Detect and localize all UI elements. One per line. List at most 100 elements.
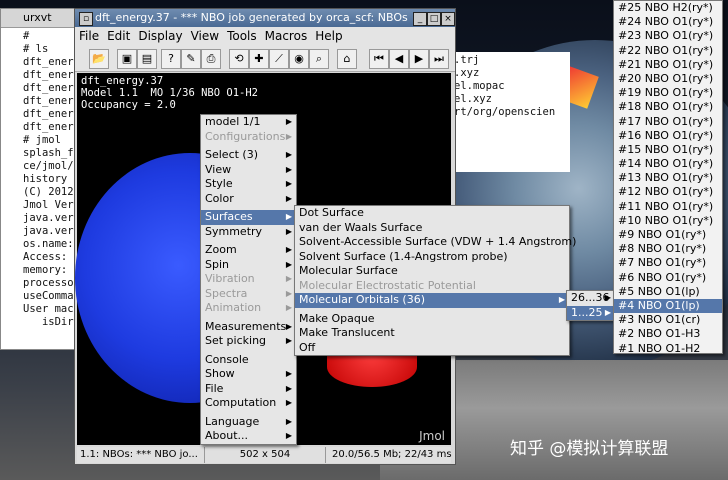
menu-tools[interactable]: Tools	[223, 27, 261, 45]
measure-icon[interactable]: ⟋	[269, 49, 289, 69]
menu-item[interactable]: About... ▶	[201, 429, 296, 444]
menu-item[interactable]: Make Translucent	[295, 326, 569, 341]
menu-item[interactable]: Select (3) ▶	[201, 148, 296, 163]
menu-display[interactable]: Display	[134, 27, 186, 45]
menu-macros[interactable]: Macros	[261, 27, 312, 45]
menu-item[interactable]: Solvent Surface (1.4-Angstrom probe)	[295, 250, 569, 265]
first-frame-icon[interactable]: ⏮	[369, 49, 389, 69]
maximize-icon[interactable]: □	[427, 12, 441, 26]
menubar: File Edit Display View Tools Macros Help	[75, 27, 455, 45]
pick-icon[interactable]: ✚	[249, 49, 269, 69]
close-icon[interactable]: ×	[441, 12, 455, 26]
menu-item[interactable]: 26...36 ▶	[567, 291, 615, 306]
print-icon[interactable]: ⎙	[201, 49, 221, 69]
nbo-item[interactable]: #6 NBO O1(ry*)	[614, 271, 722, 285]
help-icon[interactable]: ?	[161, 49, 181, 69]
menu-item[interactable]: Zoom ▶	[201, 243, 296, 258]
menu-item[interactable]: File ▶	[201, 382, 296, 397]
menu-help[interactable]: Help	[311, 27, 346, 45]
terminal-line: java.ver	[23, 225, 74, 237]
menu-item[interactable]: Measurements ▶	[201, 320, 296, 335]
nbo-item[interactable]: #15 NBO O1(ry*)	[614, 143, 722, 157]
nbo-list-submenu[interactable]: #25 NBO H2(ry*) #24 NBO O1(ry*) #23 NBO O1…	[613, 0, 723, 356]
urxvt-title: urxvt	[23, 11, 52, 24]
menu-item[interactable]: Show ▶	[201, 367, 296, 382]
edit-icon[interactable]: ✎	[181, 49, 201, 69]
menu-item[interactable]: 1...25 ▶	[567, 305, 615, 320]
next-frame-icon[interactable]: ▶	[409, 49, 429, 69]
spin-icon[interactable]: ◉	[289, 49, 309, 69]
menu-item[interactable]: Color ▶	[201, 192, 296, 207]
menu-item[interactable]: Molecular Orbitals (36) ▶	[295, 293, 569, 308]
nbo-item[interactable]: #9 NBO O1(ry*)	[614, 228, 722, 242]
nbo-item[interactable]: #2 NBO O1-H3	[614, 327, 722, 341]
nbo-item[interactable]: #4 NBO O1(lp)	[614, 298, 722, 314]
menu-item-label: Animation	[205, 301, 262, 314]
menu-item-label: model 1/1	[205, 115, 261, 128]
surfaces-submenu[interactable]: Dot Surface van der Waals Surface Solvent-…	[294, 205, 576, 356]
open-file-icon[interactable]: 📂	[89, 49, 109, 69]
nbo-item[interactable]: #23 NBO O1(ry*)	[614, 29, 722, 43]
menu-item-label: Solvent-Accessible Surface (VDW + 1.4 An…	[299, 235, 577, 248]
minimize-icon[interactable]: _	[413, 12, 427, 26]
script-icon[interactable]: ▣	[117, 49, 137, 69]
rotate-icon[interactable]: ⟲	[229, 49, 249, 69]
menu-item[interactable]: Set picking ▶	[201, 334, 296, 349]
nbo-item[interactable]: #5 NBO O1(lp)	[614, 285, 722, 299]
menu-file[interactable]: File	[75, 27, 103, 45]
submenu-arrow-icon: ▶	[285, 150, 292, 159]
submenu-arrow-icon: ▶	[558, 295, 565, 304]
menu-item[interactable]: Molecular Surface	[295, 264, 569, 279]
menu-item[interactable]: Language ▶	[201, 415, 296, 430]
menu-item[interactable]: van der Waals Surface	[295, 221, 569, 236]
nbo-item[interactable]: #16 NBO O1(ry*)	[614, 129, 722, 143]
menu-item[interactable]: Off	[295, 341, 569, 356]
urxvt-titlebar[interactable]: urxvt	[1, 9, 79, 28]
nbo-item[interactable]: #18 NBO O1(ry*)	[614, 100, 722, 114]
nbo-item[interactable]: #24 NBO O1(ry*)	[614, 15, 722, 29]
menu-item[interactable]: Dot Surface	[295, 206, 569, 221]
menu-edit[interactable]: Edit	[103, 27, 134, 45]
nbo-item[interactable]: #25 NBO H2(ry*)	[614, 1, 722, 15]
jmol-popup-menu[interactable]: model 1/1 ▶ Configurations ▶ Select (3) ▶ View…	[200, 114, 297, 445]
mo-range-submenu[interactable]: 26...36 ▶ 1...25 ▶	[566, 290, 616, 321]
console-icon[interactable]: ▤	[137, 49, 157, 69]
nbo-item[interactable]: #19 NBO O1(ry*)	[614, 86, 722, 100]
terminal-line: .trj	[454, 54, 480, 66]
nbo-item[interactable]: #10 NBO O1(ry*)	[614, 214, 722, 228]
menu-item[interactable]: Style ▶	[201, 177, 296, 192]
urxvt-window[interactable]: urxvt # # ls dft_ener dft_ener dft_ener dft_e…	[0, 8, 80, 350]
jmol-titlebar[interactable]: dft_energy.37 - *** NBO job generated by…	[75, 9, 455, 27]
nbo-item[interactable]: #1 NBO O1-H2	[614, 342, 722, 356]
status-size: 502 x 504	[205, 447, 326, 463]
zoom-icon[interactable]: ⌕	[309, 49, 329, 69]
nbo-item[interactable]: #3 NBO O1(cr)	[614, 313, 722, 327]
menu-item[interactable]: View ▶	[201, 163, 296, 178]
menu-item[interactable]: Console	[201, 353, 296, 368]
submenu-arrow-icon: ▶	[604, 293, 611, 302]
nbo-item[interactable]: #12 NBO O1(ry*)	[614, 185, 722, 199]
menu-item[interactable]: Symmetry ▶	[201, 225, 296, 240]
menu-view[interactable]: View	[187, 27, 223, 45]
last-frame-icon[interactable]: ⏭	[429, 49, 449, 69]
nbo-item[interactable]: #7 NBO O1(ry*)	[614, 256, 722, 270]
menu-item[interactable]: Solvent-Accessible Surface (VDW + 1.4 An…	[295, 235, 576, 250]
menu-item[interactable]: Computation ▶	[201, 396, 296, 411]
nbo-item[interactable]: #8 NBO O1(ry*)	[614, 242, 722, 256]
menu-item[interactable]: Spin ▶	[201, 258, 296, 273]
nbo-item[interactable]: #14 NBO O1(ry*)	[614, 157, 722, 171]
menu-item[interactable]: Make Opaque	[295, 312, 569, 327]
nbo-item[interactable]: #22 NBO O1(ry*)	[614, 44, 722, 58]
nbo-item[interactable]: #17 NBO O1(ry*)	[614, 115, 722, 129]
menu-item[interactable]: Surfaces ▶	[201, 210, 296, 225]
nbo-item[interactable]: #21 NBO O1(ry*)	[614, 58, 722, 72]
nbo-item[interactable]: #11 NBO O1(ry*)	[614, 200, 722, 214]
menu-item[interactable]: model 1/1 ▶	[201, 115, 296, 130]
submenu-arrow-icon: ▶	[285, 245, 292, 254]
prev-frame-icon[interactable]: ◀	[389, 49, 409, 69]
window-menu-icon[interactable]: ▫	[79, 12, 93, 26]
nbo-item[interactable]: #13 NBO O1(ry*)	[614, 171, 722, 185]
nbo-item[interactable]: #20 NBO O1(ry*)	[614, 72, 722, 86]
terminal-line: User mac	[23, 303, 74, 315]
home-icon[interactable]: ⌂	[337, 49, 357, 69]
